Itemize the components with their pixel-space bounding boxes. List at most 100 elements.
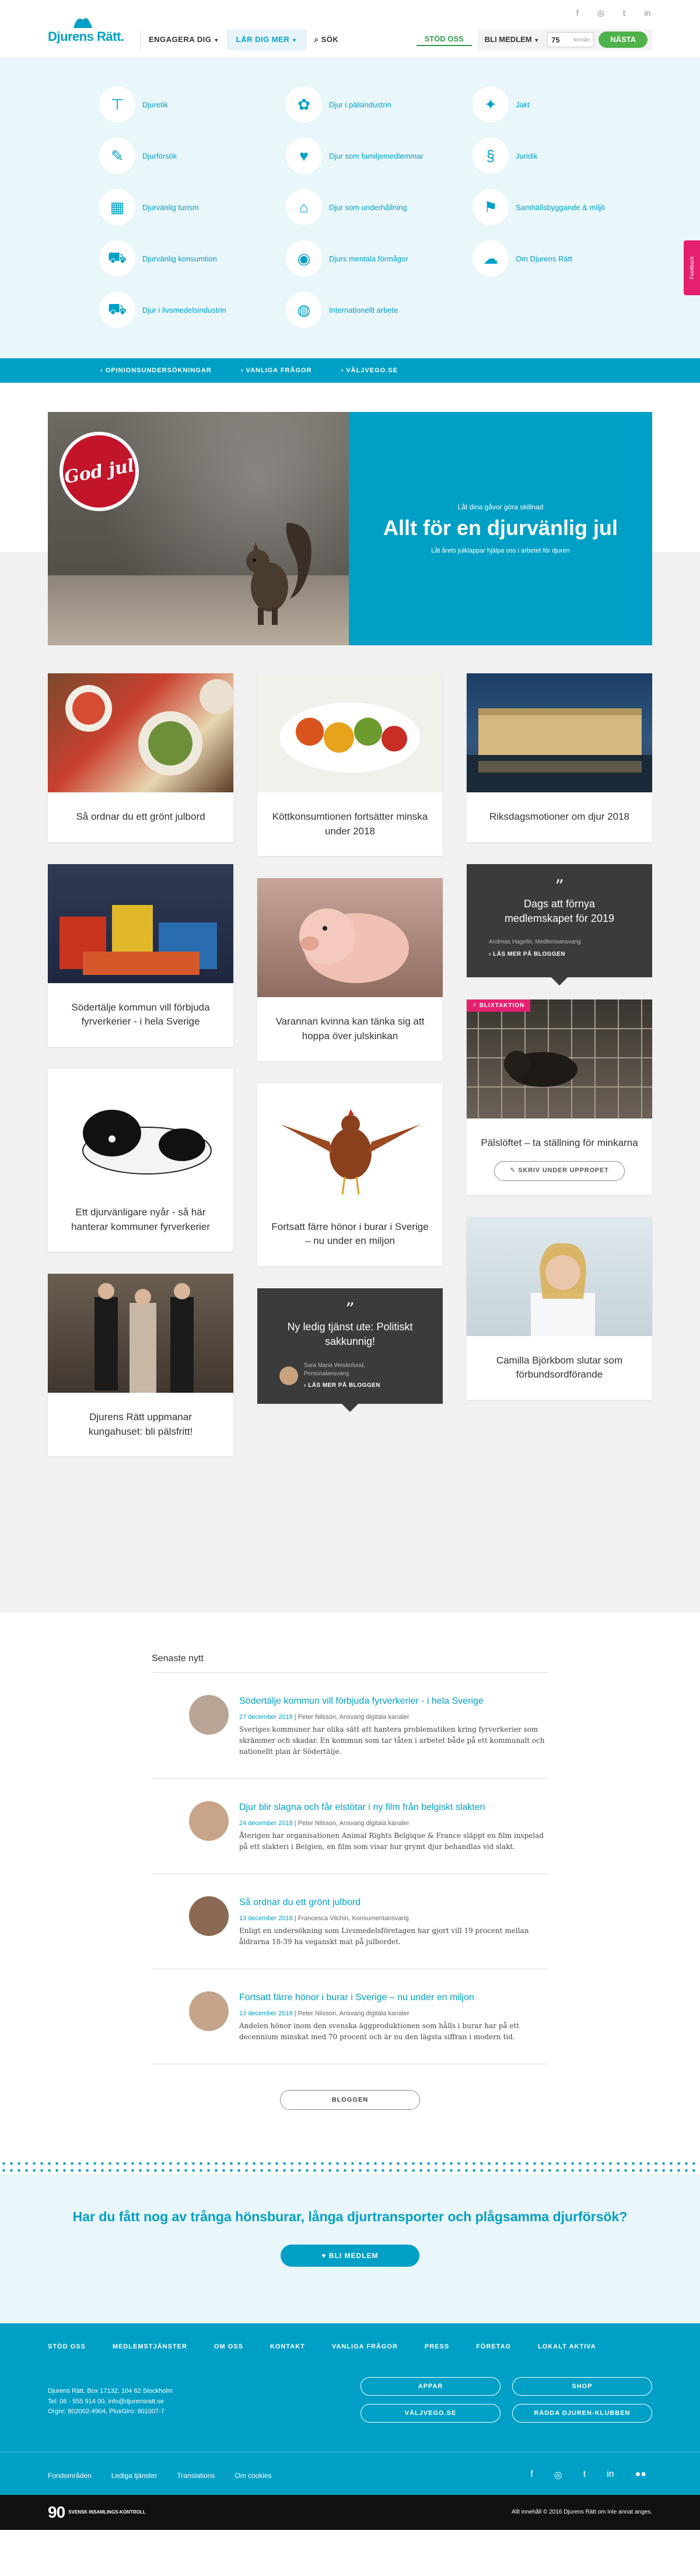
twitter-icon[interactable]: t xyxy=(583,2469,586,2481)
news-text: Djur blir slagna och får elstötar i ny f… xyxy=(239,1801,548,1853)
hero-banner[interactable]: God jul Låt dina gåvor göra skillnad All… xyxy=(48,412,652,645)
megamenu-label: Djurs mentala förmågor xyxy=(329,254,408,263)
radda-djuren-button[interactable]: Rädda djuren-klubben xyxy=(512,2404,652,2423)
megamenu-item[interactable]: ◍ Internationellt arbete xyxy=(286,292,473,328)
footer-nav-item[interactable]: Medlemstjänster xyxy=(113,2343,187,2350)
appar-button[interactable]: Appar xyxy=(360,2377,501,2396)
news-item[interactable]: Fortsatt färre hönor i burar i Sverige –… xyxy=(152,1969,548,2065)
dog-lying-image xyxy=(82,1109,212,1175)
card-palsloftet[interactable]: ⚡ Blixtaktion Pälslöftet – ta ställning … xyxy=(467,999,652,1195)
news-title[interactable]: Så ordnar du ett grönt julbord xyxy=(239,1896,548,1909)
meta-separator: | xyxy=(292,1713,298,1721)
footer-bottom-bar: 90 SVENSK INSAMLINGS-KONTROLL Allt inneh… xyxy=(0,2495,700,2530)
news-item[interactable]: Södertälje kommun vill förbjuda fyrverke… xyxy=(152,1673,548,1780)
card-honor[interactable]: Fortsatt färre hönor i burar i Sverige –… xyxy=(257,1083,443,1266)
megamenu-item[interactable]: ☁ Om Djurens Rätt xyxy=(473,240,659,277)
nav-engagera-dig[interactable]: Engagera dig ▼ xyxy=(140,29,228,50)
topic-icon: ✎ xyxy=(99,138,135,174)
quote-icon: ” xyxy=(345,1299,355,1320)
cta-title: Har du fått nog av trånga hönsburar, lån… xyxy=(72,2209,628,2225)
main-nav: Engagera dig ▼ Lär dig mer ▼ ⌕ Sök xyxy=(140,29,346,50)
footer-nav-item[interactable]: Press xyxy=(425,2343,449,2350)
next-button[interactable]: Nästa xyxy=(598,32,648,48)
seal-text: God jul xyxy=(62,455,136,488)
hen-image-svg xyxy=(281,1109,421,1194)
megamenu-item[interactable]: ✦ Jakt xyxy=(473,86,659,123)
shop-button[interactable]: Shop xyxy=(512,2377,652,2396)
stod-oss-link[interactable]: Stöd oss xyxy=(416,33,472,46)
bli-medlem-button[interactable]: ♥ Bli medlem xyxy=(281,2245,419,2267)
svensk-insamlingskontroll-logo[interactable]: 90 SVENSK INSAMLINGS-KONTROLL xyxy=(48,2503,146,2522)
news-item[interactable]: Djur blir slagna och får elstötar i ny f… xyxy=(152,1779,548,1875)
card-sodertalje[interactable]: Södertälje kommun vill förbjuda fyrverke… xyxy=(48,864,233,1047)
card-julskinkan[interactable]: Varannan kvinna kan tänka sig att hoppa … xyxy=(257,878,443,1061)
news-title[interactable]: Fortsatt färre hönor i burar i Sverige –… xyxy=(239,1991,548,2004)
card-kottkonsumtion[interactable]: Köttkonsumtionen fortsätter minska under… xyxy=(257,673,443,857)
card-column-1: Så ordnar du ett grönt julbord Södertälj… xyxy=(48,673,233,1479)
facebook-icon[interactable]: f xyxy=(530,2469,533,2481)
instagram-icon[interactable]: ◎ xyxy=(554,2469,562,2481)
megamenu-item[interactable]: ✎ Djurförsök xyxy=(99,138,286,174)
quick-link-valjvego[interactable]: › Väljvego.se xyxy=(341,367,398,374)
megamenu-item[interactable]: ▦ Djurvänlig turism xyxy=(99,189,286,225)
blog-button[interactable]: Bloggen xyxy=(280,2090,420,2110)
bli-label: Bli medlem xyxy=(484,35,532,44)
author-role: Personalansvarig xyxy=(304,1371,349,1378)
quick-link-faq[interactable]: › Vanliga frågor xyxy=(241,367,312,374)
megamenu-item[interactable]: ⌂ Djur som underhållning xyxy=(286,189,473,225)
card-kungahuset[interactable]: Djurens Rätt uppmanar kungahuset: bli pä… xyxy=(48,1274,233,1457)
megamenu-item[interactable]: ⊤ Djuretik xyxy=(99,86,286,123)
facebook-icon[interactable]: f xyxy=(573,8,582,18)
megamenu-item[interactable]: ⛟ Djur i livsmedelsindustrin xyxy=(99,292,286,328)
footer-nav-item[interactable]: Om oss xyxy=(214,2343,243,2350)
card-column-3: Riksdagsmotioner om djur 2018 ” Dags att… xyxy=(467,673,652,1422)
valjvego-button[interactable]: Väljvego.se xyxy=(360,2404,501,2423)
read-more-link[interactable]: › Läs mer på bloggen xyxy=(489,951,630,957)
logo[interactable]: Djurens Rätt. xyxy=(48,13,135,46)
svk-number: 90 xyxy=(48,2503,65,2522)
twitter-icon[interactable]: t xyxy=(620,8,629,18)
footer-buttons: Appar Shop Väljvego.se Rädda djuren-klub… xyxy=(360,2377,652,2423)
megamenu-item[interactable]: ◉ Djurs mentala förmågor xyxy=(286,240,473,277)
nav-lar-dig-mer[interactable]: Lär dig mer ▼ xyxy=(227,29,306,50)
megamenu-item[interactable]: ⛟ Djurvänlig konsumtion xyxy=(99,240,286,277)
membership-quote-card[interactable]: ” Dags att förnya medlemskapet för 2019 … xyxy=(467,864,652,986)
linkedin-icon[interactable]: in xyxy=(643,8,652,18)
instagram-icon[interactable]: ◎ xyxy=(596,8,606,18)
footer-link[interactable]: Om cookies xyxy=(235,2472,271,2480)
read-more-link[interactable]: › Läs mer på bloggen xyxy=(304,1382,380,1390)
megamenu-item[interactable]: ✿ Djur i pälsindustrin xyxy=(286,86,473,123)
footer-nav-item[interactable]: Företag xyxy=(476,2343,511,2350)
sign-petition-button[interactable]: ✎ Skriv under uppropet xyxy=(494,1161,625,1181)
card-riksdag[interactable]: Riksdagsmotioner om djur 2018 xyxy=(467,673,652,842)
footer-nav-item[interactable]: Kontakt xyxy=(270,2343,305,2350)
chevron-down-icon: ▼ xyxy=(214,37,219,43)
megamenu-item[interactable]: § Juridik xyxy=(473,138,659,174)
footer-link[interactable]: Fondområden xyxy=(48,2472,92,2480)
footer-nav-item[interactable]: Lokalt aktiva xyxy=(538,2343,596,2350)
card-julbord[interactable]: Så ordnar du ett grönt julbord xyxy=(48,673,233,842)
card-camilla[interactable]: Camilla Björkbom slutar som förbundsordf… xyxy=(467,1217,652,1400)
news-title[interactable]: Djur blir slagna och får elstötar i ny f… xyxy=(239,1801,548,1814)
nav-sok[interactable]: ⌕ Sök xyxy=(305,29,347,50)
megamenu-item[interactable]: ♥ Djur som familjemedlemmar xyxy=(286,138,473,174)
footer-nav-item[interactable]: Stöd oss xyxy=(48,2343,86,2350)
job-quote-card[interactable]: ” Ny ledig tjänst ute: Politiskt sakkunn… xyxy=(257,1288,443,1413)
news-title[interactable]: Södertälje kommun vill förbjuda fyrverke… xyxy=(239,1695,548,1708)
megamenu-item[interactable]: ⚑ Samhällsbyggande & miljö xyxy=(473,189,659,225)
news-author: Peter Nilsson, Ansvarig digitala kanaler xyxy=(298,1713,410,1721)
footer-link[interactable]: Translations xyxy=(177,2472,215,2480)
feedback-tab[interactable]: Feedback xyxy=(684,240,700,295)
linkedin-icon[interactable]: in xyxy=(607,2469,614,2481)
footer-nav-item[interactable]: Vanliga frågor xyxy=(332,2343,398,2350)
site-footer: Stöd oss Medlemstjänster Om oss Kontakt … xyxy=(0,2323,700,2530)
footer-link[interactable]: Lediga tjänster xyxy=(111,2472,158,2480)
bli-medlem-dropdown[interactable]: Bli medlem ▼ xyxy=(477,29,547,50)
flickr-icon[interactable]: ●● xyxy=(635,2469,646,2481)
card-nyar[interactable]: Ett djurvänligare nyår - så här hanterar… xyxy=(48,1068,233,1252)
amount-input[interactable]: 75 kr/mån xyxy=(547,32,594,47)
skewer-image xyxy=(257,673,443,792)
quick-link-opinion[interactable]: › Opinionsundersökningar xyxy=(100,367,212,374)
blixtaktion-badge: ⚡ Blixtaktion xyxy=(467,999,531,1012)
news-item[interactable]: Så ordnar du ett grönt julbord 13 decembe… xyxy=(152,1874,548,1970)
